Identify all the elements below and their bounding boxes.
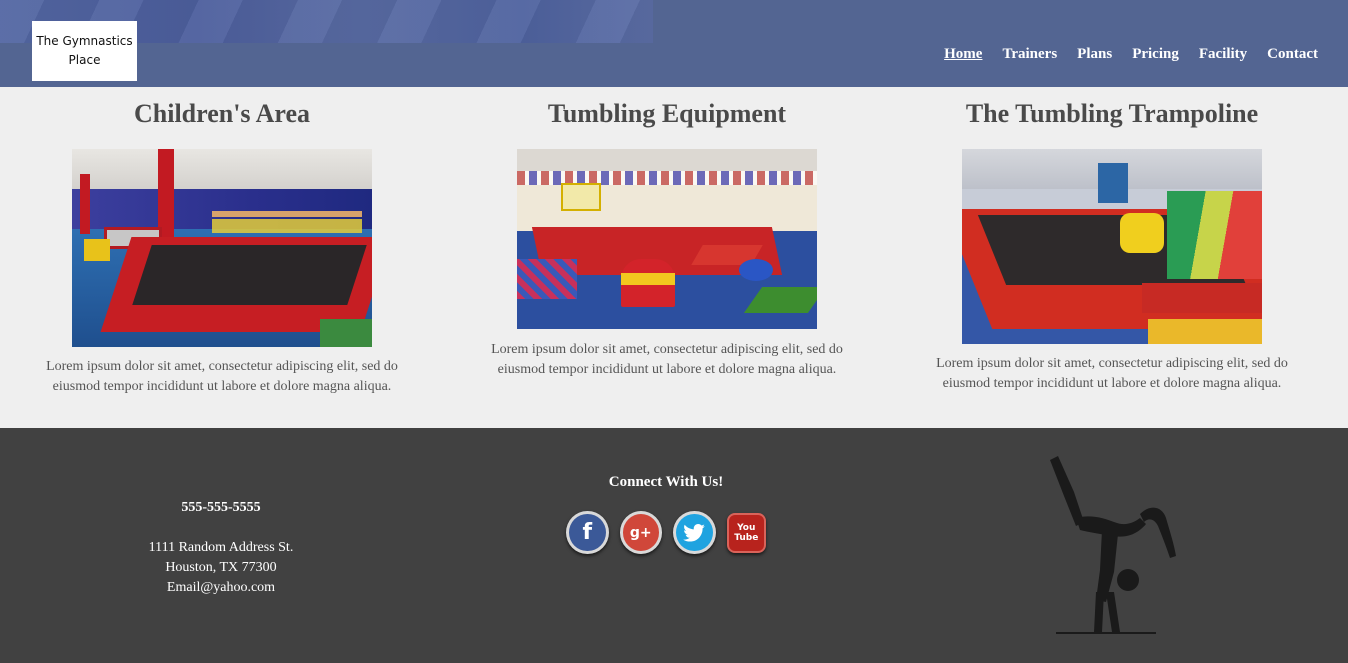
facility-card-description: Lorem ipsum dolor sit amet, consectetur … [936,356,1288,391]
contact-info: 555-555-5555 1111 Random Address St. Hou… [120,498,322,598]
connect-heading: Connect With Us! [608,474,724,490]
nav-contact-link[interactable]: Contact [1267,46,1318,63]
facility-card-description: Lorem ipsum dolor sit amet, consectetur … [491,342,843,377]
facility-card-tumbling-equipment: Tumbling Equipment Lorem ipsum dolor sit… [457,87,877,380]
main-nav: Home Trainers Plans Pricing Facility Con… [944,46,1318,63]
site-header: The Gymnastics Place Home Trainers Plans… [0,0,1348,87]
address-line-2: Houston, TX 77300 [165,560,277,575]
connect-section: Connect With Us! f g+ You Tube [566,474,767,554]
nav-home-link[interactable]: Home [944,46,982,63]
facility-card-tumbling-trampoline: The Tumbling Trampoline Lorem ipsum dolo… [902,87,1322,394]
tumbling-trampoline-photo [962,149,1262,344]
twitter-bird-glyph [683,523,706,542]
twitter-icon[interactable] [673,511,716,554]
logo-text: The Gymnastics Place [36,34,133,67]
facility-card-title: Tumbling Equipment [547,99,787,128]
gymnast-silhouette-icon [1050,456,1176,634]
nav-trainers-link[interactable]: Trainers [1002,46,1057,63]
facility-section: Children's Area Lorem ipsum dolor sit am… [0,87,1348,428]
phone-number: 555-555-5555 [181,500,261,515]
tumbling-equipment-photo [517,149,817,329]
social-links: f g+ You Tube [566,511,767,554]
facility-card-description: Lorem ipsum dolor sit amet, consectetur … [46,359,398,394]
nav-facility-link[interactable]: Facility [1199,46,1247,63]
facebook-icon[interactable]: f [566,511,609,554]
site-logo[interactable]: The Gymnastics Place [32,21,137,81]
facility-card-title: The Tumbling Trampoline [965,99,1259,128]
youtube-icon[interactable]: You Tube [726,512,767,553]
facility-card-children-area: Children's Area Lorem ipsum dolor sit am… [12,87,432,397]
nav-pricing-link[interactable]: Pricing [1132,46,1179,63]
email-address: Email@yahoo.com [166,580,276,595]
nav-plans-link[interactable]: Plans [1077,46,1112,63]
google-plus-icon[interactable]: g+ [619,511,662,554]
address-line-1: 1111 Random Address St. [148,540,294,555]
facility-card-title: Children's Area [133,99,310,128]
children-area-photo [72,149,372,347]
site-footer: 555-555-5555 1111 Random Address St. Hou… [0,428,1348,663]
